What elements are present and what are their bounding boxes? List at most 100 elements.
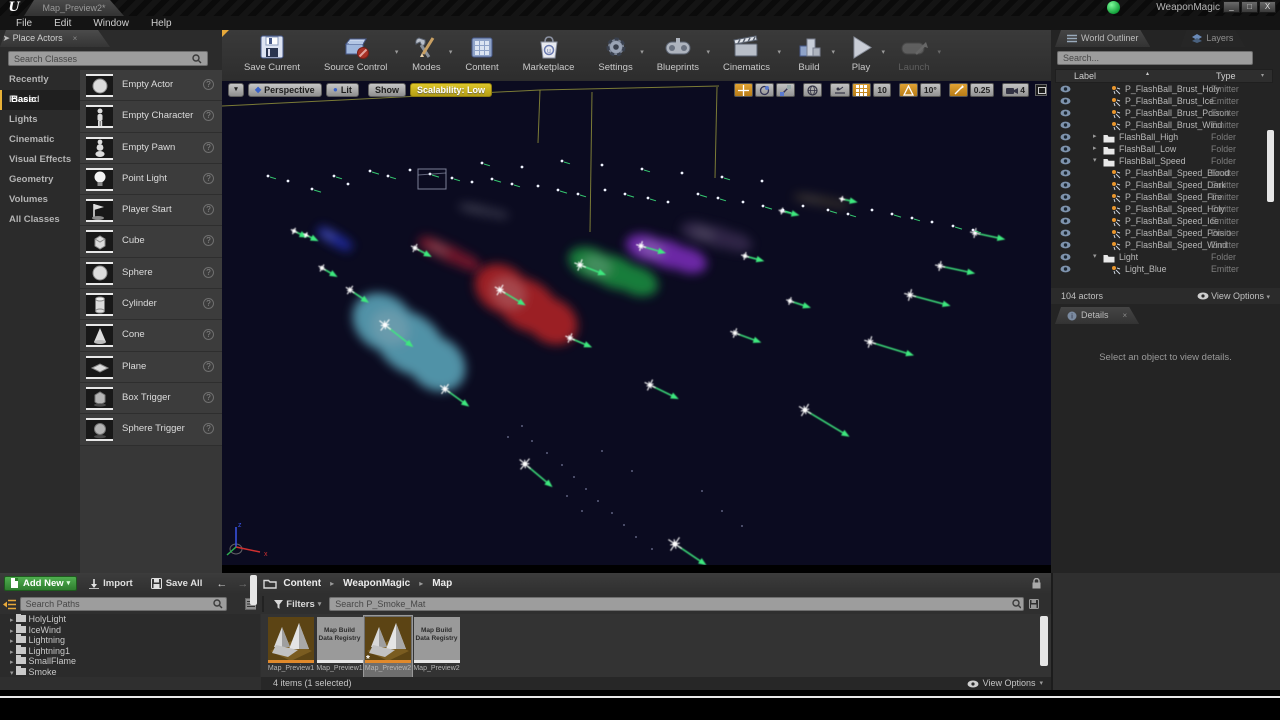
search-paths-input[interactable]: Search Paths bbox=[20, 597, 228, 611]
tab-details[interactable]: i Details× bbox=[1055, 307, 1139, 324]
category-all-classes[interactable]: All Classes bbox=[0, 210, 80, 230]
camera-speed-button[interactable]: 4 bbox=[1002, 83, 1029, 97]
menu-window[interactable]: Window bbox=[83, 18, 139, 29]
place-item-plane[interactable]: Plane? bbox=[80, 352, 222, 383]
outliner-row-p_flashball_speed_dark[interactable]: P_FlashBall_Speed_DarkEmitter bbox=[1055, 179, 1273, 191]
launch-button[interactable]: Launch▾ bbox=[886, 30, 942, 81]
tab-world-outliner[interactable]: World Outliner bbox=[1055, 30, 1150, 47]
save-current-button[interactable]: Save Current bbox=[232, 30, 312, 81]
expand-arrow-icon[interactable]: ▾ bbox=[1093, 251, 1097, 263]
show-button[interactable]: Show bbox=[368, 83, 406, 97]
help-icon[interactable]: ? bbox=[203, 142, 214, 153]
tree-folder-smoke[interactable]: ▾Smoke bbox=[0, 667, 260, 677]
content-button[interactable]: Content bbox=[453, 30, 510, 81]
source-control-button[interactable]: Source Control▾ bbox=[312, 30, 399, 81]
place-item-cylinder[interactable]: Cylinder? bbox=[80, 289, 222, 320]
place-item-sphere[interactable]: Sphere? bbox=[80, 258, 222, 289]
collapse-arrow-icon[interactable]: ▸ bbox=[1093, 143, 1097, 155]
asset-map_preview1-builddata[interactable]: Map Build Data RegistryMap_Preview1 bbox=[316, 616, 364, 677]
scalability-button[interactable]: Scalability: Low bbox=[410, 83, 492, 97]
scale-snap-value[interactable]: 0.25 bbox=[970, 83, 995, 97]
maximize-button[interactable]: □ bbox=[1241, 1, 1258, 13]
world-coordinate-icon[interactable] bbox=[803, 83, 822, 97]
category-recently-placed[interactable]: Recently Placed bbox=[0, 70, 80, 90]
place-item-player-start[interactable]: Player Start? bbox=[80, 195, 222, 226]
save-all-button[interactable]: Save All bbox=[145, 578, 209, 589]
outliner-row-flashball_low[interactable]: ▸FlashBall_LowFolder bbox=[1055, 143, 1273, 155]
help-icon[interactable]: ? bbox=[203, 267, 214, 278]
tree-folder-lightning1[interactable]: ▸Lightning1 bbox=[0, 646, 260, 657]
category-lights[interactable]: Lights bbox=[0, 110, 80, 130]
asset-map_preview2[interactable]: *Map_Preview2 bbox=[364, 616, 412, 677]
level-tab[interactable]: Map_Preview2* bbox=[24, 0, 124, 16]
modes-button[interactable]: Modes▾ bbox=[399, 30, 453, 81]
build-button[interactable]: Build▾ bbox=[782, 30, 836, 81]
outliner-row-p_flashball_speed_fire[interactable]: P_FlashBall_Speed_FireEmitter bbox=[1055, 191, 1273, 203]
outliner-row-p_flashball_brust_ice[interactable]: P_FlashBall_Brust_IceEmitter bbox=[1055, 95, 1273, 107]
outliner-row-p_flashball_brust_wind[interactable]: P_FlashBall_Brust_WindEmitter bbox=[1055, 119, 1273, 131]
breadcrumb-content[interactable]: Content bbox=[283, 578, 321, 589]
level-viewport[interactable]: xz ▾ ◆Perspective ●Lit Show Scalability:… bbox=[222, 81, 1051, 565]
perspective-button[interactable]: ◆Perspective bbox=[248, 83, 322, 97]
help-icon[interactable]: ? bbox=[203, 204, 214, 215]
outliner-header[interactable]: Label ▴ Type ▾ bbox=[1055, 69, 1273, 83]
outliner-row-p_flashball_speed_holy[interactable]: P_FlashBall_Speed_HolyEmitter bbox=[1055, 203, 1273, 215]
nav-forward-icon[interactable]: → bbox=[235, 578, 250, 590]
save-search-icon[interactable] bbox=[1029, 599, 1039, 609]
outliner-scrollbar[interactable] bbox=[1267, 130, 1274, 202]
filters-button[interactable]: Filters▾ bbox=[270, 599, 325, 610]
maximize-viewport-icon[interactable] bbox=[1035, 84, 1047, 96]
outliner-row-light_blue[interactable]: Light_BlueEmitter bbox=[1055, 263, 1273, 275]
minimize-button[interactable]: _ bbox=[1223, 1, 1240, 13]
rotate-tool-icon[interactable] bbox=[755, 83, 774, 97]
menu-file[interactable]: File bbox=[6, 18, 42, 29]
outliner-row-p_flashball_speed_ice[interactable]: P_FlashBall_Speed_IceEmitter bbox=[1055, 215, 1273, 227]
add-new-button[interactable]: Add New▾ bbox=[4, 576, 77, 591]
asset-map_preview1[interactable]: Map_Preview1 bbox=[267, 616, 315, 677]
collapse-arrow-icon[interactable]: ▸ bbox=[1093, 131, 1097, 143]
category-volumes[interactable]: Volumes bbox=[0, 190, 80, 210]
help-icon[interactable]: ? bbox=[203, 392, 214, 403]
surface-snap-icon[interactable] bbox=[830, 83, 850, 97]
help-icon[interactable]: ? bbox=[203, 329, 214, 340]
search-classes-input[interactable]: Search Classes bbox=[8, 51, 208, 66]
content-view-options[interactable]: View Options▾ bbox=[967, 677, 1043, 690]
assets-scrollbar[interactable] bbox=[1040, 616, 1048, 666]
help-icon[interactable]: ? bbox=[203, 110, 214, 121]
tree-folder-smallflame[interactable]: ▸SmallFlame bbox=[0, 656, 260, 667]
tree-scrollbar[interactable] bbox=[250, 575, 257, 605]
outliner-search-input[interactable]: Search... bbox=[1057, 51, 1253, 65]
nav-back-icon[interactable]: ← bbox=[214, 578, 229, 590]
help-icon[interactable]: ? bbox=[203, 235, 214, 246]
place-item-cone[interactable]: Cone? bbox=[80, 320, 222, 351]
place-item-empty-actor[interactable]: Empty Actor? bbox=[80, 70, 222, 101]
menu-help[interactable]: Help bbox=[141, 18, 182, 29]
import-button[interactable]: Import bbox=[83, 578, 139, 589]
lit-button[interactable]: ●Lit bbox=[326, 83, 359, 97]
search-assets-input[interactable]: Search P_Smoke_Mat bbox=[329, 597, 1023, 611]
expand-arrow-icon[interactable]: ▾ bbox=[1093, 155, 1097, 167]
cinematics-button[interactable]: Cinematics▾ bbox=[711, 30, 782, 81]
breadcrumb-weaponmagic[interactable]: WeaponMagic bbox=[343, 578, 410, 589]
place-item-sphere-trigger[interactable]: Sphere Trigger? bbox=[80, 414, 222, 445]
menu-edit[interactable]: Edit bbox=[44, 18, 81, 29]
outliner-view-options[interactable]: View Options ▾ bbox=[1197, 288, 1270, 306]
category-cinematic[interactable]: Cinematic bbox=[0, 130, 80, 150]
tree-folder-holylight[interactable]: ▸HolyLight bbox=[0, 614, 260, 625]
translate-tool-icon[interactable] bbox=[734, 83, 753, 97]
play-button[interactable]: Play▾ bbox=[836, 30, 886, 81]
help-icon[interactable]: ? bbox=[203, 173, 214, 184]
sources-toggle-icon[interactable] bbox=[3, 599, 16, 610]
help-icon[interactable]: ? bbox=[203, 298, 214, 309]
category-geometry[interactable]: Geometry bbox=[0, 170, 80, 190]
outliner-row-p_flashball_brust_poison[interactable]: P_FlashBall_Brust_PoisonEmitter bbox=[1055, 107, 1273, 119]
outliner-row-p_flashball_speed_wind[interactable]: P_FlashBall_Speed_WindEmitter bbox=[1055, 239, 1273, 251]
tab-layers[interactable]: Layers bbox=[1180, 30, 1245, 47]
asset-map_preview2-builddata[interactable]: Map Build Data RegistryMap_Preview2 bbox=[413, 616, 461, 677]
outliner-row-flashball_high[interactable]: ▸FlashBall_HighFolder bbox=[1055, 131, 1273, 143]
marketplace-button[interactable]: uMarketplace bbox=[511, 30, 587, 81]
scale-snap-icon[interactable] bbox=[949, 83, 968, 97]
place-item-box-trigger[interactable]: Box Trigger? bbox=[80, 383, 222, 414]
blueprints-button[interactable]: Blueprints▾ bbox=[645, 30, 711, 81]
help-icon[interactable]: ? bbox=[203, 79, 214, 90]
